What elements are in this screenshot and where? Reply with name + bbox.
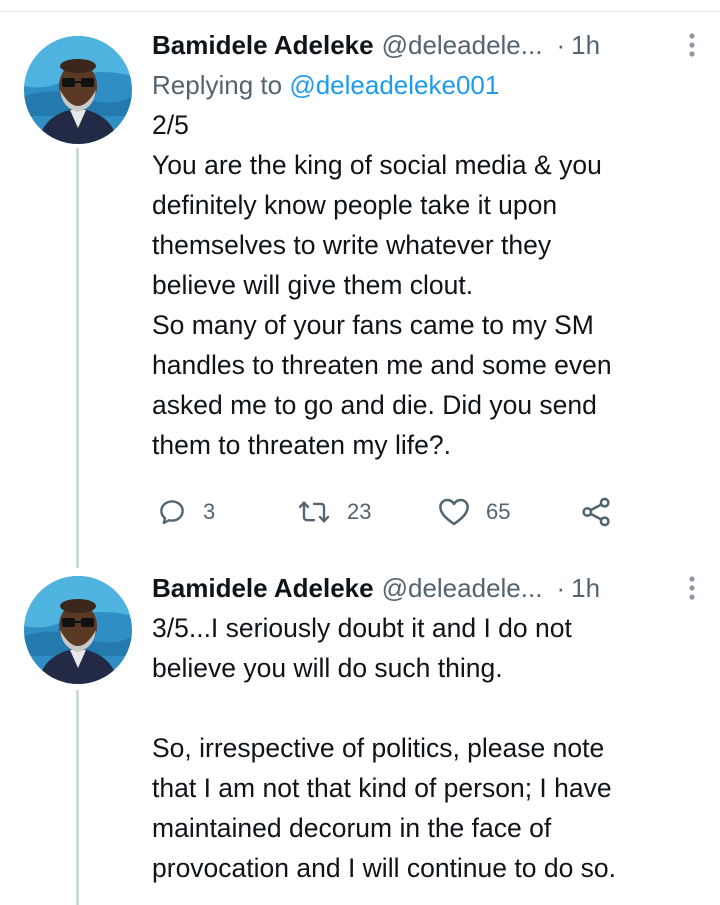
more-icon[interactable] — [687, 572, 697, 604]
avatar[interactable] — [24, 36, 132, 144]
tweet[interactable]: Bamidele Adeleke @deleadele... · 1h 3/5.… — [0, 560, 720, 905]
author-handle[interactable]: @deleadele... — [382, 27, 543, 63]
share-button[interactable] — [580, 492, 612, 532]
timestamp[interactable]: 1h — [571, 27, 600, 63]
tweet-text: 3/5...I seriously doubt it and I do not … — [152, 613, 617, 883]
like-icon — [439, 498, 469, 526]
timestamp[interactable]: 1h — [571, 570, 600, 606]
avatar[interactable] — [24, 576, 132, 684]
avatar-image — [24, 36, 132, 144]
more-icon[interactable] — [687, 29, 697, 61]
tweet[interactable]: Bamidele Adeleke @deleadele... · 1h Repl… — [0, 0, 720, 560]
separator-dot: · — [556, 573, 566, 603]
reply-button[interactable]: 3 — [157, 492, 215, 532]
retweet-icon — [298, 501, 330, 523]
tweet-text: 2/5 You are the king of social media & y… — [152, 110, 612, 460]
retweet-count: 23 — [347, 499, 372, 524]
retweet-button[interactable]: 23 — [297, 492, 371, 532]
author-handle[interactable]: @deleadele... — [382, 570, 543, 606]
like-button[interactable]: 65 — [438, 492, 510, 532]
separator-dot: · — [556, 30, 566, 60]
tweet-header: Bamidele Adeleke @deleadele... · 1h — [152, 570, 697, 606]
like-count: 65 — [486, 499, 511, 524]
tweet-actions: 3 23 65 — [152, 492, 632, 532]
tweet-header: Bamidele Adeleke @deleadele... · 1h — [152, 27, 697, 63]
reply-icon — [160, 500, 184, 525]
replying-to: Replying to @deleadeleke001 — [152, 67, 697, 103]
replying-handle-link[interactable]: @deleadeleke001 — [289, 70, 499, 100]
author-name[interactable]: Bamidele Adeleke — [152, 570, 374, 606]
avatar-image — [24, 576, 132, 684]
author-name[interactable]: Bamidele Adeleke — [152, 27, 374, 63]
share-icon — [582, 497, 610, 527]
reply-count: 3 — [203, 499, 216, 524]
replying-prefix: Replying to — [152, 70, 290, 100]
